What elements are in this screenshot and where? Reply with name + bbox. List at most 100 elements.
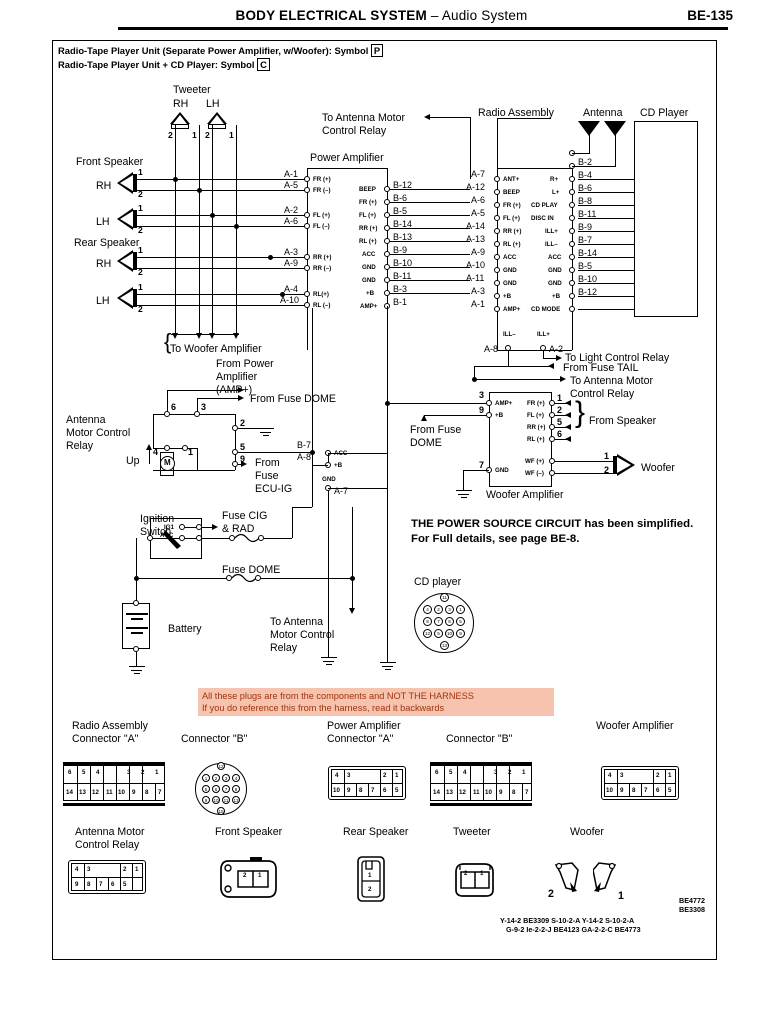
from-fuse-tail-label: From Fuse TAIL	[563, 362, 639, 374]
woofer-pin-fr-num: 1	[557, 393, 563, 403]
radio-pin-a6	[494, 202, 500, 208]
woofer-spk-pin-1: 1	[604, 451, 610, 461]
fuse-dome-run-in	[136, 578, 229, 579]
fuse-cig-line1: Fuse CIG	[222, 510, 268, 522]
from-speaker-label: From Speaker	[589, 415, 657, 427]
wire-label-a6: A-6	[284, 216, 299, 226]
wire-label-a9: A-9	[284, 258, 299, 268]
run-b14	[390, 228, 470, 229]
radio-pin-b4	[569, 176, 575, 182]
radio-pin-gnd1-name: GND	[503, 267, 517, 274]
radio-pin-rl-name: RL (+)	[503, 241, 521, 248]
from-speaker-wire-1	[555, 403, 571, 404]
junction-dot-3	[210, 213, 215, 218]
acc-feed-v	[312, 414, 313, 507]
label-gnd-junction: GND	[322, 476, 336, 483]
to-antenna-b-arrow	[560, 376, 566, 382]
conn-3-b1: 13	[446, 789, 453, 796]
conn-4-b3: 7	[644, 787, 648, 794]
header-rule	[118, 27, 728, 30]
label-b7: B-7	[297, 440, 312, 450]
run-b3	[390, 293, 470, 294]
radio-pin-b5	[569, 267, 575, 273]
pin-a4	[304, 291, 310, 297]
conn-3-b4: 10	[485, 789, 492, 796]
wire-label-a3: A-3	[284, 247, 299, 257]
to-antenna-b-line1: To Antenna Motor	[570, 375, 654, 387]
ill-plus-name: ILL+	[537, 331, 550, 338]
radio-pin-a14	[494, 228, 500, 234]
conn-2-title-1: Power Amplifier	[327, 720, 401, 732]
conn-5-t1: 3	[87, 866, 91, 873]
relay-mid-v	[197, 448, 198, 470]
page-title-dash: –	[426, 8, 442, 23]
conn-9-title-1: Woofer	[570, 826, 604, 838]
to-antenna-relay-line2: Motor Control	[270, 629, 335, 641]
rear-lh-label: LH	[96, 295, 110, 307]
to-antenna-b-run	[474, 379, 562, 380]
antenna-b-link	[474, 366, 475, 379]
conn-0-t0: 6	[68, 769, 72, 776]
pin-a9-name: RR (–)	[313, 265, 332, 272]
conn-3-b6: 8	[512, 789, 516, 796]
radio-pin-b8	[569, 202, 575, 208]
radio-wire-a13: A-13	[466, 234, 486, 244]
relay-left	[153, 414, 154, 448]
pin-ampplus-name: AMP+	[360, 303, 378, 310]
conn-4-b1: 9	[620, 787, 624, 794]
woofer-pin-rr-num: 5	[557, 417, 563, 427]
page-title: BODY ELECTRICAL SYSTEM – Audio System	[0, 8, 763, 23]
cd-run-b7	[578, 244, 634, 245]
conn-5-b1: 8	[87, 881, 91, 888]
cd-run-b9	[578, 231, 634, 232]
from-fuse-dome-line1: From Fuse	[410, 424, 462, 436]
conn-4-b0: 10	[606, 787, 613, 794]
radio-pin-fl-name: FL (+)	[503, 215, 520, 222]
relay-terminal-4-label: 4	[153, 447, 159, 457]
tweeter-label: Tweeter	[173, 84, 211, 96]
relay3-lead-v	[197, 398, 198, 412]
wire-label-b1: B-1	[393, 297, 408, 307]
woofer-pin-rl-num: 6	[557, 429, 563, 439]
battery-gnd-lead	[136, 652, 137, 666]
antenna-relay-line3: Relay	[66, 440, 94, 452]
conn-0-t2: 4	[96, 769, 100, 776]
woofer-pin-3-name: AMP+	[495, 400, 513, 407]
radio-wire-a11: A-11	[466, 273, 485, 283]
label-plusb-junction: +B	[334, 462, 343, 469]
woofer-pin-fr-name: FR (+)	[527, 400, 545, 407]
wire-a2	[137, 215, 307, 216]
legend-symbol-p: P	[370, 44, 384, 57]
rear-rh-pin-2: 2	[138, 267, 143, 277]
wire-a6	[137, 226, 307, 227]
relay-terminal-3-label: 3	[201, 402, 207, 412]
radio-pin-a3	[494, 293, 500, 299]
fuse-cig-run-in	[202, 538, 232, 539]
wire-a5	[137, 190, 307, 191]
to-light-run	[543, 358, 557, 359]
radio-pin-rr-name: RR (+)	[503, 228, 522, 235]
conn-0-b2: 12	[92, 789, 99, 796]
wire-ill-a8: A-8	[484, 344, 499, 354]
pin-fl-plus-name: FL (+)	[359, 212, 376, 219]
conn-0-title-1: Radio Assembly	[72, 720, 148, 732]
woofer-pin-7-num: 7	[479, 460, 485, 470]
to-antenna-relay-line3: Relay	[270, 642, 298, 654]
from-power-amp-line3: (AMP+)	[216, 384, 253, 396]
cd-run-b6	[578, 192, 634, 193]
acc-top-run	[328, 453, 387, 454]
antenna-motor-m: M	[164, 458, 171, 467]
pin-a1-name: FR (+)	[313, 176, 331, 183]
junction-dot-5	[268, 255, 273, 260]
conn-6-p1: 1	[258, 872, 262, 879]
power-amplifier-title: Power Amplifier	[310, 152, 384, 164]
from-speaker-wire-3	[555, 427, 571, 428]
radio-pin-b9	[569, 228, 575, 234]
conn-1-r2c1: 5	[202, 785, 210, 793]
relay3-lead-h	[197, 398, 239, 399]
tweeter-lh-pin-2: 2	[205, 130, 210, 140]
front-lh-label: LH	[96, 216, 110, 228]
woofer-pin-9-num: 9	[479, 405, 485, 415]
radio-pin-gnd2-name: GND	[503, 280, 517, 287]
power-source-line1: THE POWER SOURCE CIRCUIT has been simpli…	[411, 518, 694, 530]
